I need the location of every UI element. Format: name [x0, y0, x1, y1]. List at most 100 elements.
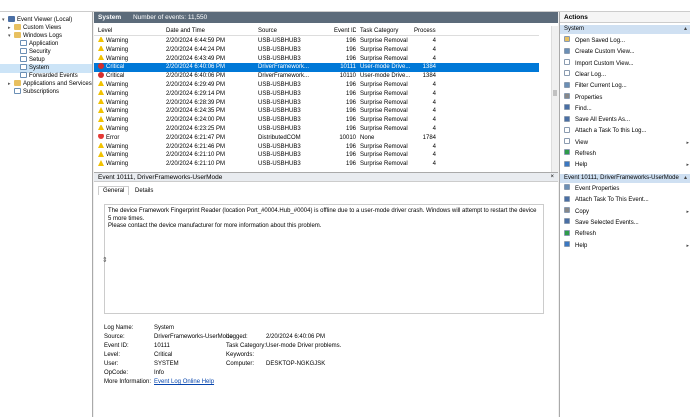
- column-header[interactable]: Event ID: [334, 26, 356, 36]
- table-row[interactable]: Warning 2/20/2024 6:21:10 PM USB-USBHUB3 19…: [94, 160, 539, 169]
- scroll-thumb[interactable]: [553, 90, 557, 96]
- cell-level: Warning: [98, 151, 164, 160]
- cell-date: 2/20/2024 6:24:35 PM: [166, 107, 254, 116]
- column-header[interactable]: Task Category: [360, 26, 412, 36]
- label: Keywords:: [226, 352, 255, 358]
- tab-general[interactable]: General: [98, 186, 130, 195]
- table-row[interactable]: Warning 2/20/2024 6:29:14 PM USB-USBHUB3 19…: [94, 89, 539, 99]
- collapse-icon[interactable]: ▴: [684, 174, 687, 183]
- cell-date: 2/20/2024 6:40:06 PM: [166, 63, 254, 72]
- table-row[interactable]: Warning 2/20/2024 6:21:10 PM USB-USBHUB3 19…: [94, 151, 539, 160]
- table-row[interactable]: Warning 2/20/2024 6:24:00 PM USB-USBHUB3 19…: [94, 116, 539, 125]
- table-row[interactable]: Critical 2/20/2024 6:40:06 PM DriverFramew…: [94, 63, 539, 73]
- table-row[interactable]: Critical 2/20/2024 6:40:06 PM DriverFramew…: [94, 72, 539, 81]
- action-label: Import Custom View...: [575, 60, 634, 67]
- table-row[interactable]: Warning 2/20/2024 6:44:59 PM USB-USBHUB3 19…: [94, 37, 539, 46]
- warning-icon: [98, 125, 104, 131]
- table-row[interactable]: Warning 2/20/2024 6:23:25 PM USB-USBHUB3 19…: [94, 125, 539, 134]
- action-attach-a-task-to-this-log[interactable]: Attach a Task To this Log...: [564, 126, 689, 136]
- close-icon[interactable]: ×: [550, 173, 554, 182]
- help-icon: [564, 240, 570, 247]
- label: Event ID:: [104, 343, 129, 349]
- column-header[interactable]: Process ID: [414, 26, 436, 36]
- cell-task: Surprise Removal: [360, 37, 412, 46]
- cell-text: 2/20/2024 6:23:25 PM: [166, 126, 226, 132]
- tab-details[interactable]: Details: [131, 187, 157, 196]
- action-label: Find...: [575, 105, 592, 112]
- log-name: System: [98, 14, 122, 21]
- cell-level: Warning: [98, 160, 164, 169]
- cell-text: 196: [345, 90, 356, 97]
- warning-icon: [98, 160, 104, 166]
- cell-text: 4: [432, 38, 436, 44]
- action-clear-log[interactable]: Clear Log...: [564, 70, 689, 80]
- cell-date: 2/20/2024 6:21:10 PM: [166, 151, 254, 160]
- cell-text: USB-USBHUB3: [258, 108, 301, 115]
- action-label: Copy: [575, 208, 590, 215]
- cell-pid: 4: [414, 37, 436, 46]
- label: Level:: [104, 352, 121, 358]
- action-save-selected-events[interactable]: Save Selected Events...: [564, 218, 689, 228]
- table-row[interactable]: Error 2/20/2024 6:21:47 PM DistributedCOM 1…: [94, 133, 539, 143]
- action-view[interactable]: View ▸: [564, 138, 689, 148]
- action-open-saved-log[interactable]: Open Saved Log...: [564, 36, 689, 46]
- cell-source: USB-USBHUB3: [258, 37, 330, 46]
- cell-task: Surprise Removal: [360, 55, 412, 64]
- action-event-properties[interactable]: Event Properties: [564, 184, 689, 194]
- action-help[interactable]: Help ▸: [564, 240, 689, 251]
- cell-text: USB-USBHUB3: [258, 99, 301, 106]
- action-help[interactable]: Help ▸: [564, 160, 689, 170]
- cell-source: USB-USBHUB3: [258, 151, 330, 160]
- cell-text: 4: [432, 46, 436, 53]
- cell-text: Warning: [106, 82, 129, 88]
- label: User:: [104, 361, 119, 367]
- action-refresh[interactable]: Refresh: [564, 229, 689, 239]
- action-import-custom-view[interactable]: Import Custom View...: [564, 59, 689, 69]
- cell-pid: 4: [414, 160, 436, 169]
- table-row[interactable]: Warning 2/20/2024 6:28:39 PM USB-USBHUB3 19…: [94, 98, 539, 108]
- action-refresh[interactable]: Refresh: [564, 149, 689, 159]
- cell-text: 4: [432, 117, 436, 124]
- column-header[interactable]: Level: [98, 26, 164, 36]
- action-properties[interactable]: Properties: [564, 92, 689, 103]
- log-icon: [20, 64, 27, 71]
- table-row[interactable]: Warning 2/20/2024 6:29:49 PM USB-USBHUB3 19…: [94, 81, 539, 90]
- collapse-icon[interactable]: ▴: [684, 25, 687, 34]
- action-label: Attach a Task To this Log...: [575, 128, 647, 135]
- cell-date: 2/20/2024 6:28:39 PM: [166, 99, 254, 108]
- column-header[interactable]: Date and Time: [166, 26, 254, 36]
- table-row[interactable]: Warning 2/20/2024 6:21:46 PM USB-USBHUB3 19…: [94, 142, 539, 152]
- cell-text: 4: [432, 82, 436, 88]
- cell-id: 196: [334, 55, 356, 64]
- action-filter-current-log[interactable]: Filter Current Log...: [564, 81, 689, 91]
- value: DESKTOP-NGKGJSK: [266, 361, 326, 367]
- log-icon: [20, 48, 27, 55]
- cell-level: Warning: [98, 98, 164, 108]
- cell-text: 196: [345, 117, 356, 124]
- action-find[interactable]: Find...: [564, 104, 689, 114]
- cell-date: 2/20/2024 6:21:47 PM: [166, 134, 254, 143]
- cell-text: 2/20/2024 6:24:00 PM: [166, 117, 226, 124]
- actions-section-event[interactable]: Event 10111, DriverFrameworks-UserMode ▴: [560, 174, 690, 183]
- cell-text: 196: [345, 46, 356, 53]
- online-help-link[interactable]: Event Log Online Help: [154, 378, 214, 387]
- actions-section-system[interactable]: System ▴: [560, 25, 690, 34]
- cell-text: 1784: [422, 134, 436, 141]
- action-create-custom-view[interactable]: Create Custom View...: [564, 47, 689, 57]
- column-header[interactable]: Source: [258, 26, 330, 36]
- events-grid: Level Date and Time Source Event ID Task Cat…: [94, 26, 552, 180]
- cell-text: USB-USBHUB3: [258, 152, 301, 159]
- action-save-all-events-as[interactable]: Save All Events As...: [564, 115, 689, 125]
- cell-task: Surprise Removal: [360, 116, 412, 125]
- table-row[interactable]: Warning 2/20/2024 6:44:24 PM USB-USBHUB3 19…: [94, 45, 539, 55]
- tree-item-label: Setup: [29, 57, 45, 63]
- action-copy[interactable]: Copy ▸: [564, 207, 689, 217]
- resize-handle-icon[interactable]: ⇕: [102, 256, 108, 264]
- table-row[interactable]: Warning 2/20/2024 6:43:49 PM USB-USBHUB3 19…: [94, 54, 539, 64]
- action-attach-task-to-this-event[interactable]: Attach Task To This Event...: [564, 195, 689, 205]
- tree-item-subscriptions[interactable]: Subscriptions: [0, 88, 92, 97]
- cell-text: 196: [345, 143, 356, 150]
- warning-icon: [98, 54, 104, 61]
- table-row[interactable]: Warning 2/20/2024 6:24:35 PM USB-USBHUB3 19…: [94, 107, 539, 116]
- grid-scrollbar[interactable]: [551, 26, 558, 180]
